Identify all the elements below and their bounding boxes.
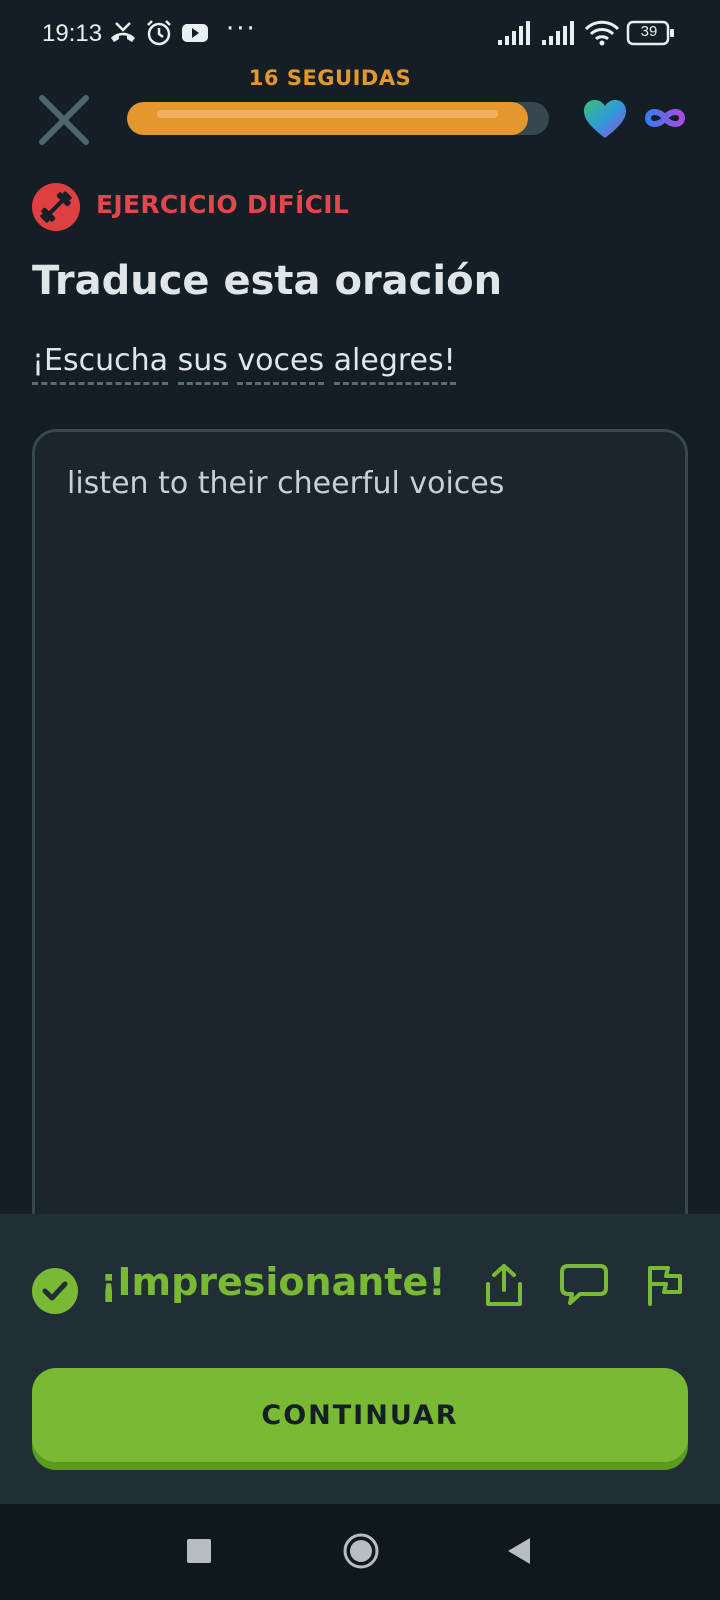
check-icon [42, 1281, 68, 1301]
prompt-word[interactable]: ¡Escucha [32, 343, 169, 385]
missed-call-icon [111, 22, 135, 42]
prompt-sentence: ¡Escucha sus voces alegres! [32, 343, 456, 385]
progress-shine [157, 110, 498, 118]
progress-fill [127, 102, 528, 135]
continue-button[interactable]: CONTINUAR [32, 1368, 688, 1462]
continue-label: CONTINUAR [261, 1399, 459, 1431]
close-icon [39, 95, 89, 145]
system-nav-bar [0, 1504, 720, 1600]
challenge-title: Traduce esta oración [32, 258, 503, 304]
answer-textarea[interactable]: listen to their cheerful voices [32, 429, 688, 1249]
share-icon[interactable] [482, 1262, 526, 1308]
signal-icon [498, 21, 530, 45]
back-button[interactable] [506, 1536, 532, 1566]
status-time: 19:13 [42, 20, 103, 47]
streak-label: 16 SEGUIDAS [248, 66, 412, 90]
comment-icon[interactable] [560, 1262, 608, 1308]
youtube-icon [182, 24, 208, 42]
lesson-progress-bar [127, 102, 549, 135]
prompt-word[interactable]: alegres! [333, 343, 456, 385]
dumbbell-icon [40, 191, 72, 223]
prompt-word[interactable]: voces [237, 343, 325, 385]
report-flag-icon[interactable] [644, 1262, 684, 1308]
status-bar: 19:13 ··· 39 [0, 0, 720, 70]
home-button[interactable] [342, 1532, 380, 1570]
recents-button[interactable] [186, 1538, 212, 1564]
feedback-title: ¡Impresionante! [100, 1260, 446, 1304]
prompt-word[interactable]: sus [177, 343, 228, 385]
hard-exercise-badge [32, 183, 80, 231]
battery-level: 39 [640, 23, 658, 40]
infinity-icon [644, 109, 686, 127]
feedback-panel: ¡Impresionante! CONTINUAR [0, 1214, 720, 1504]
heart-icon[interactable] [582, 98, 628, 140]
correct-badge [32, 1268, 78, 1314]
hard-exercise-label: EJERCICIO DIFÍCIL [96, 190, 350, 219]
more-icon: ··· [226, 14, 257, 44]
signal-icon [542, 21, 574, 45]
close-button[interactable] [34, 90, 94, 150]
answer-text: listen to their cheerful voices [67, 466, 505, 501]
wifi-icon [584, 20, 620, 46]
alarm-icon [147, 20, 171, 46]
